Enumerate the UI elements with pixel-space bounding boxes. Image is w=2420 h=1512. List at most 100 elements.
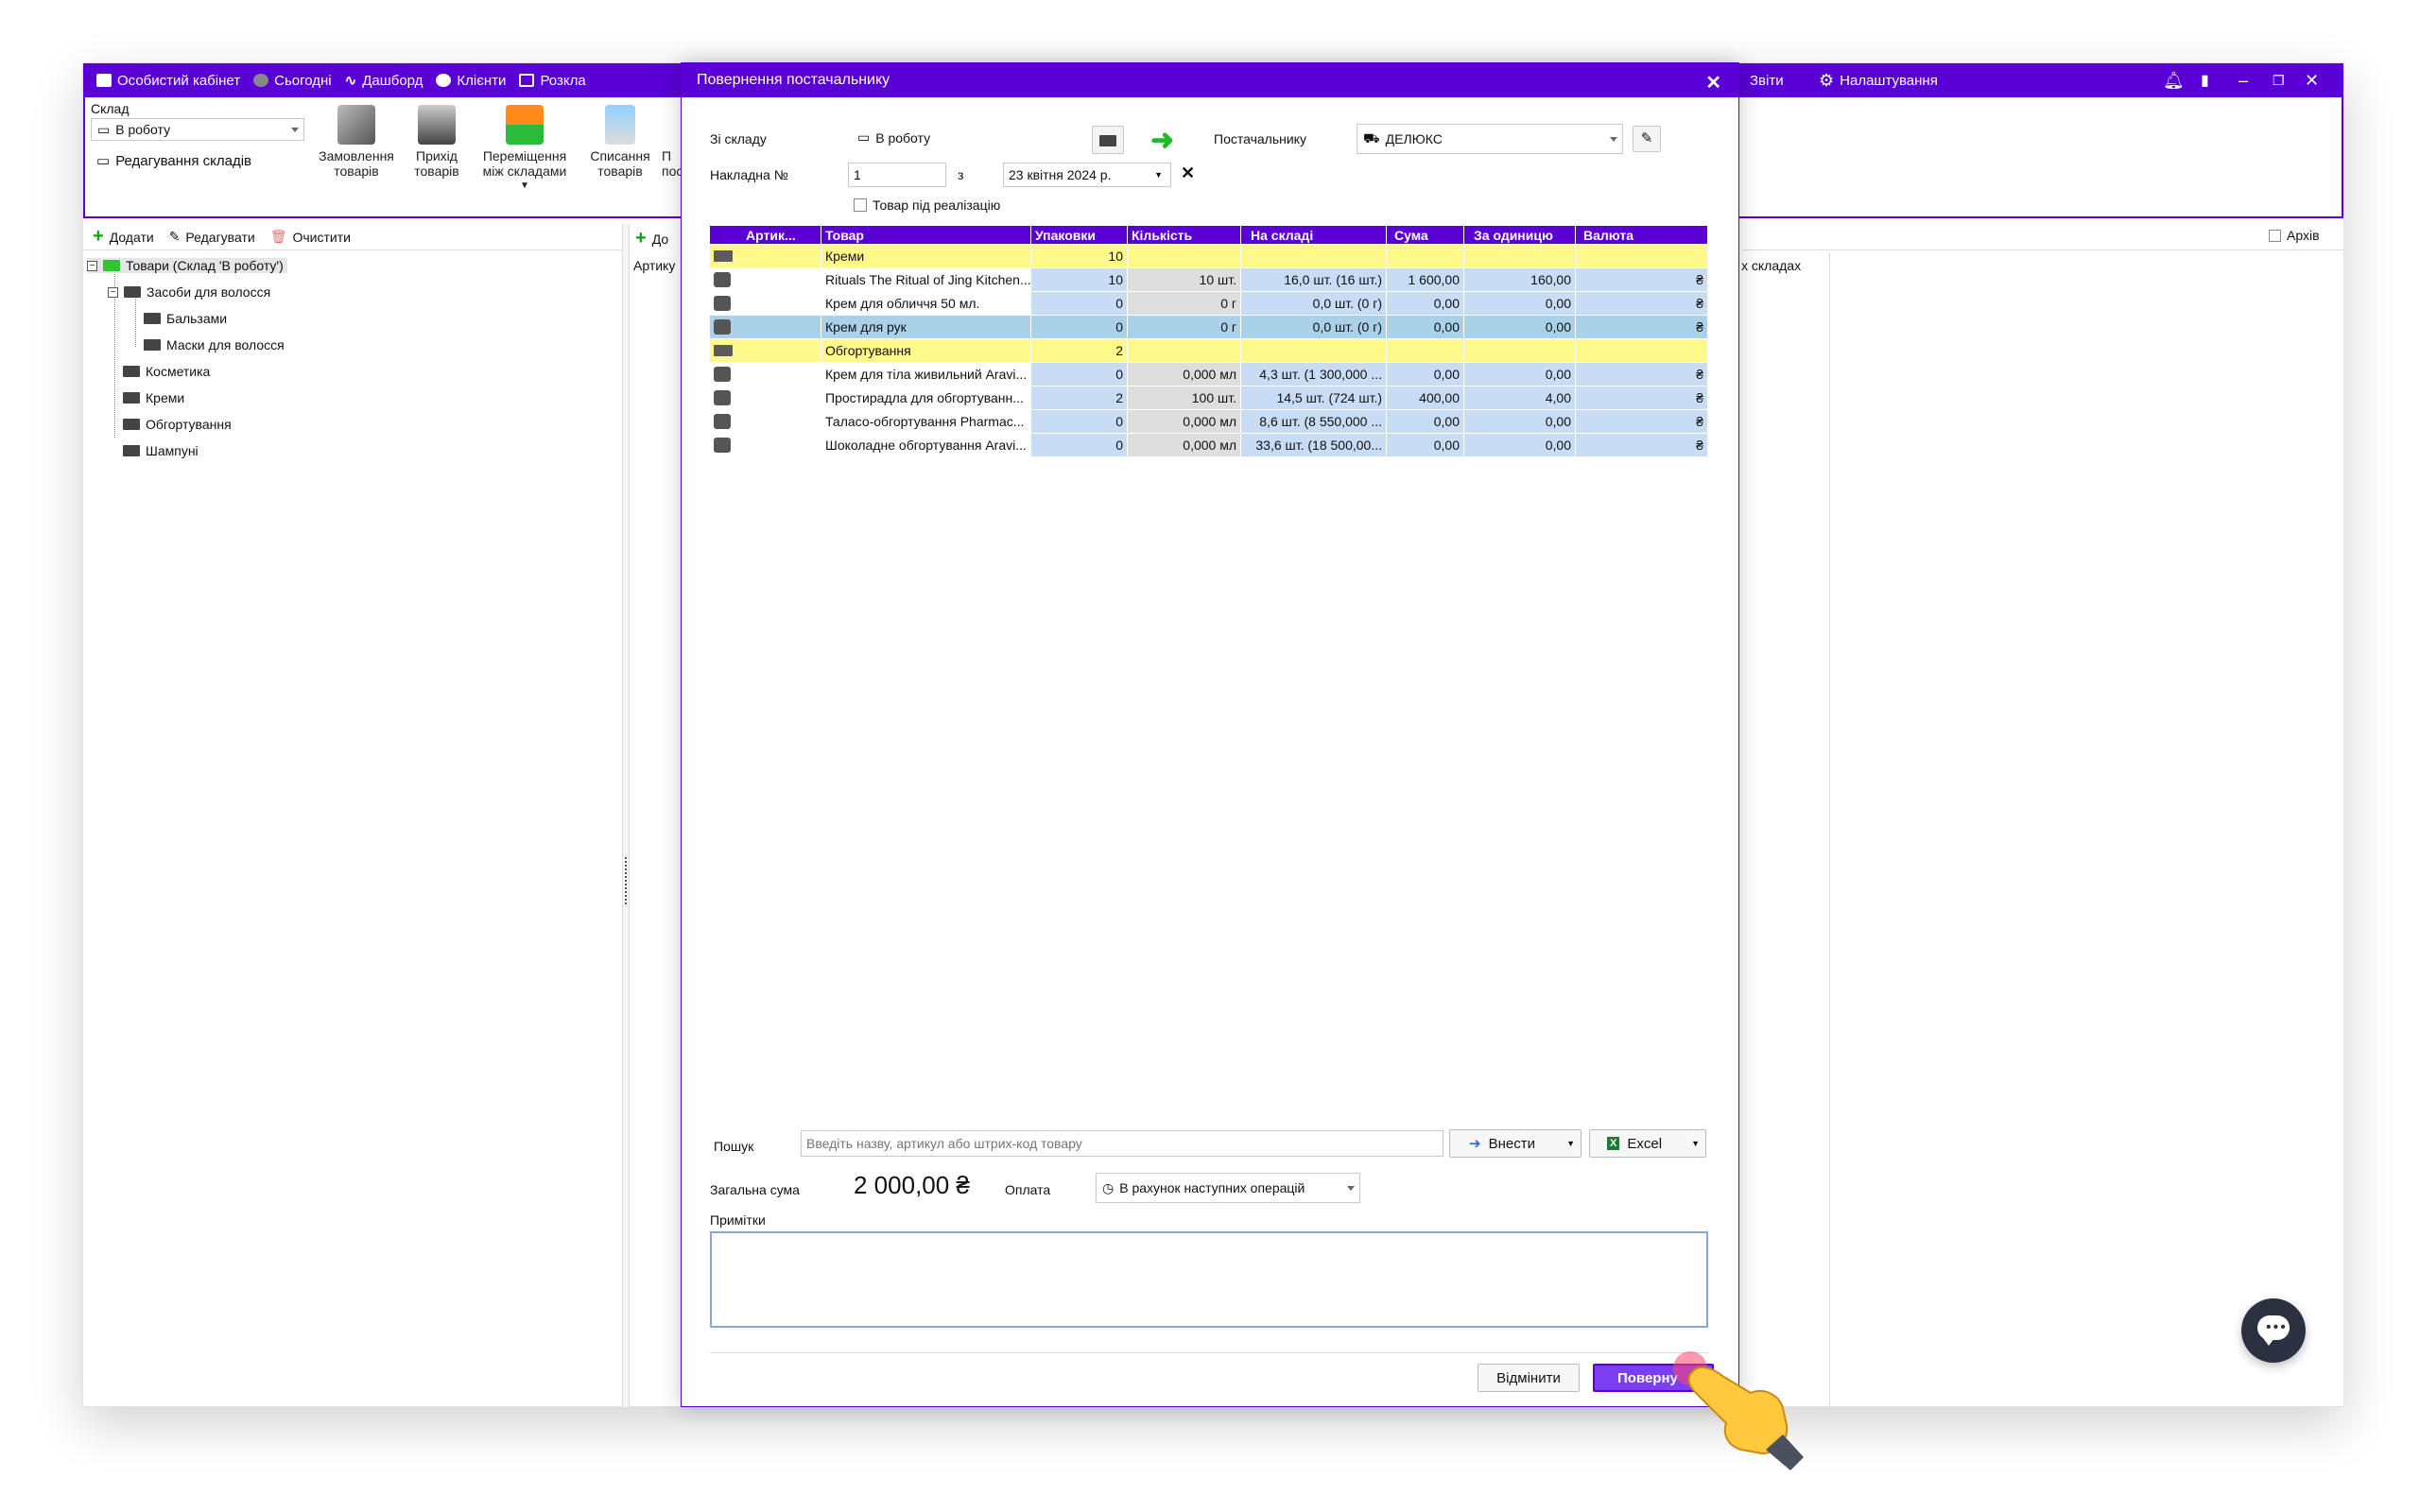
col-sum[interactable]: Сума (1387, 226, 1464, 245)
tree-item-shampoos[interactable]: Шампуні (123, 443, 199, 458)
write-off-button[interactable]: Списання товарів (582, 105, 658, 179)
panel-splitter[interactable] (622, 224, 630, 1407)
clear-button[interactable]: 🗑︎ Очистити (270, 229, 351, 245)
col-qty[interactable]: Кількість (1128, 226, 1241, 245)
folder-icon (124, 286, 141, 298)
cancel-button[interactable]: Відмінити (1478, 1364, 1580, 1392)
col-unit-price[interactable]: За одиницю (1464, 226, 1576, 245)
cell-currency: ₴ (1576, 316, 1708, 339)
supplier-label: Постачальнику (1214, 131, 1306, 146)
goods-receipt-button[interactable]: Прихід товарів (408, 105, 465, 179)
table-row[interactable]: Rituals The Ritual of Jing Kitchen... 10 1… (710, 268, 1708, 292)
edit-supplier-button[interactable]: ✎ (1633, 126, 1661, 152)
add-button[interactable]: + Додати (93, 226, 154, 248)
notes-textarea[interactable] (710, 1231, 1708, 1328)
col-packs[interactable]: Упаковки (1031, 226, 1128, 245)
cell-icon (710, 363, 821, 387)
table-row[interactable]: Крем для тіла живильний Aravi... 0 0,000 м… (710, 363, 1708, 387)
tree-item-creams[interactable]: Креми (123, 390, 184, 405)
cell-icon (710, 434, 821, 457)
tree-item-balms[interactable]: Бальзами (144, 311, 227, 326)
table-row[interactable]: Крем для рук 0 0 г 0,0 шт. (0 г) 0,00 0,00 ₴ (710, 316, 1708, 339)
invoice-number-input[interactable]: 1 (848, 163, 946, 187)
menu-settings[interactable]: ⚙ Налаштування (1819, 71, 1938, 91)
cell-empty (1241, 339, 1387, 363)
menu-personal-cabinet[interactable]: Особистий кабінет (96, 73, 240, 89)
warehouse-select[interactable]: ▭ В роботу (91, 118, 304, 141)
tree-item-hair-products[interactable]: − Засоби для волосся (108, 284, 270, 300)
cell-currency: ₴ (1576, 363, 1708, 387)
menu-today[interactable]: Сьогодні (253, 73, 332, 89)
cell-packs: 0 (1031, 434, 1128, 457)
menu-clients[interactable]: Клієнти (436, 73, 506, 89)
download-tray-icon (418, 105, 456, 145)
tree-item-wraps[interactable]: Обгортування (123, 417, 232, 432)
tree-item-root[interactable]: − Товари (Склад 'В роботу') (87, 258, 287, 273)
lock-icon[interactable]: ▮ (2201, 71, 2209, 90)
folder-icon (714, 250, 733, 262)
archive-checkbox[interactable]: Архів (2269, 228, 2320, 243)
insert-button[interactable]: ➔ Внести ▼ (1449, 1129, 1582, 1158)
cell-packs: 0 (1031, 410, 1128, 434)
menu-dashboard[interactable]: ∿ Дашборд (345, 72, 424, 90)
table-row[interactable]: Таласо-обгортування Pharmac... 0 0,000 мл 8… (710, 410, 1708, 434)
col-product[interactable]: Товар (821, 226, 1031, 245)
edit-button[interactable]: ✎ Редагувати (169, 229, 255, 245)
clear-date-icon[interactable]: ✕ (1181, 163, 1195, 183)
col-article[interactable]: Артик... (710, 226, 821, 245)
cell-empty (1464, 245, 1576, 268)
cell-qty: 0,000 мл (1128, 434, 1241, 457)
bell-icon[interactable]: 🔔︎ (2163, 71, 2185, 91)
cell-product: Таласо-обгортування Pharmac... (821, 410, 1031, 434)
invoice-date-picker[interactable]: 23 квітня 2024 р. ▼ (1003, 163, 1171, 187)
cell-stock: 8,6 шт. (8 550,000 ... (1241, 410, 1387, 434)
group-row[interactable]: Креми 10 (710, 245, 1708, 268)
table-row[interactable]: Простирадла для обгортуванн... 2 100 шт. 14… (710, 387, 1708, 410)
tree-item-hair-masks[interactable]: Маски для волосся (144, 337, 285, 352)
group-row[interactable]: Обгортування 2 (710, 339, 1708, 363)
restore-icon[interactable]: ❐ (2273, 73, 2285, 89)
cell-currency: ₴ (1576, 387, 1708, 410)
col-stock[interactable]: На складі (1241, 226, 1387, 245)
cell-stock: 0,0 шт. (0 г) (1241, 316, 1387, 339)
cell-qty: 0,000 мл (1128, 363, 1241, 387)
cell-qty: 10 шт. (1128, 268, 1241, 292)
clock-icon: ◷ (1102, 1179, 1115, 1195)
cell-stock: 4,3 шт. (1 300,000 ... (1241, 363, 1387, 387)
table-row[interactable]: Шоколадне обгортування Aravi... 0 0,000 мл… (710, 434, 1708, 457)
cell-packs: 2 (1031, 339, 1128, 363)
search-input[interactable] (801, 1130, 1443, 1157)
cell-product: Обгортування (821, 339, 1031, 363)
move-between-warehouses-button[interactable]: Переміщення між складами ▼ (473, 105, 577, 194)
order-goods-button[interactable]: Замовлення товарів (312, 105, 401, 179)
chevron-down-icon: ▼ (1691, 1139, 1700, 1148)
inbox-icon: ▭ (857, 129, 871, 145)
user-icon (436, 74, 452, 87)
close-icon[interactable]: ✕ (1705, 71, 1721, 94)
menu-schedule[interactable]: Розкла (519, 73, 586, 89)
middle-add-button[interactable]: + До (635, 228, 668, 249)
minimize-icon[interactable]: – (2238, 71, 2248, 91)
menu-reports[interactable]: Звіти (1750, 73, 1784, 89)
chat-button[interactable]: ••• (2241, 1298, 2306, 1363)
payment-select[interactable]: ◷ В рахунок наступних операцій (1096, 1173, 1360, 1203)
cell-icon (710, 268, 821, 292)
cell-product: Шоколадне обгортування Aravi... (821, 434, 1031, 457)
cell-unit-price: 0,00 (1464, 292, 1576, 316)
from-warehouse-value[interactable]: ▭ В роботу (857, 129, 930, 146)
tree-item-cosmetics[interactable]: Косметика (123, 364, 210, 379)
cell-icon (710, 245, 821, 268)
table-row[interactable]: Крем для обличчя 50 мл. 0 0 г 0,0 шт. (0 г)… (710, 292, 1708, 316)
folder-icon (144, 339, 161, 351)
package-icon (714, 272, 731, 287)
package-icon (714, 438, 731, 453)
cell-empty (1241, 245, 1387, 268)
folder-button[interactable] (1092, 126, 1124, 154)
package-icon (714, 296, 731, 311)
excel-button[interactable]: X Excel ▼ (1589, 1129, 1706, 1158)
supplier-select[interactable]: ⛟ ДЕЛЮКС (1357, 124, 1623, 154)
close-icon[interactable]: ✕ (2305, 71, 2319, 91)
consignment-checkbox[interactable]: Товар під реалізацію (854, 198, 1000, 213)
col-currency[interactable]: Валюта (1576, 226, 1708, 245)
edit-warehouses-link[interactable]: ▭ Редагування складів (96, 152, 251, 170)
